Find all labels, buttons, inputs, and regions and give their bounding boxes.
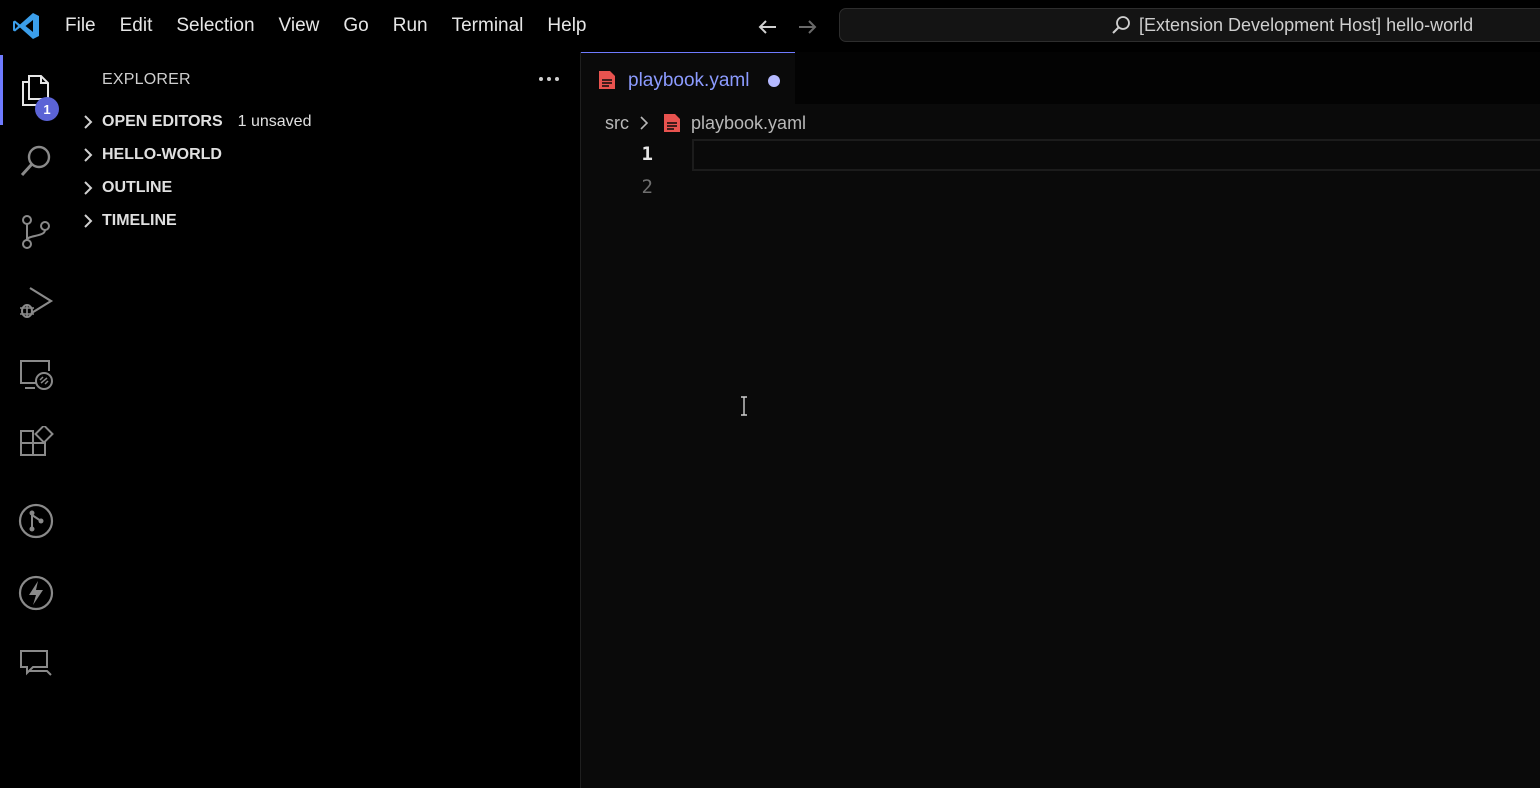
source-control-icon — [22, 215, 50, 249]
chevron-right-icon — [84, 148, 93, 162]
section-hello-world[interactable]: HELLO-WORLD — [80, 141, 222, 169]
menu-go[interactable]: Go — [331, 15, 380, 37]
menu-file[interactable]: File — [53, 15, 108, 37]
explorer-sidebar: EXPLORER OPEN EDITORS 1 unsaved HELLO-WO… — [72, 52, 580, 788]
explorer-badge: 1 — [35, 97, 59, 121]
command-center-label: [Extension Development Host] hello-world — [1139, 15, 1474, 35]
title-bar: File Edit Selection View Go Run Terminal… — [0, 0, 1540, 52]
editor-area[interactable]: playbook.yaml src playbook.yaml 1 2 — [581, 52, 1540, 788]
tab-label: playbook.yaml — [628, 70, 750, 91]
line-number: 1 — [641, 143, 653, 165]
line-number: 2 — [641, 176, 653, 198]
more-actions-icon[interactable] — [534, 64, 564, 94]
forward-arrow-icon[interactable] — [794, 14, 820, 40]
section-open-editors[interactable]: OPEN EDITORS 1 unsaved — [80, 108, 311, 136]
command-center[interactable]: [Extension Development Host] hello-world — [839, 8, 1540, 42]
section-outline[interactable]: OUTLINE — [80, 174, 172, 202]
search-icon — [1112, 16, 1130, 34]
activity-explorer[interactable]: 1 — [0, 58, 72, 122]
chevron-right-icon — [84, 214, 93, 228]
yaml-file-icon — [664, 114, 680, 132]
menu-bar: File Edit Selection View Go Run Terminal… — [53, 0, 599, 52]
activity-extensions[interactable] — [0, 413, 72, 477]
menu-edit[interactable]: Edit — [108, 15, 165, 37]
activity-search[interactable] — [0, 129, 72, 193]
menu-selection[interactable]: Selection — [164, 15, 266, 37]
activity-chat[interactable] — [0, 632, 72, 696]
section-label: OPEN EDITORS — [102, 113, 223, 130]
chat-icon — [20, 650, 52, 676]
back-arrow-icon[interactable] — [755, 14, 781, 40]
menu-terminal[interactable]: Terminal — [440, 15, 536, 37]
activity-bar: 1 — [0, 52, 72, 788]
activity-lightning[interactable] — [0, 561, 72, 625]
activity-run-debug[interactable] — [0, 271, 72, 335]
breadcrumb: src playbook.yaml — [605, 110, 806, 136]
unsaved-count: 1 unsaved — [237, 113, 312, 130]
current-line-highlight — [692, 139, 1540, 171]
tab-playbook-yaml[interactable]: playbook.yaml — [581, 52, 795, 104]
breadcrumb-folder[interactable]: src — [605, 113, 629, 134]
section-label: HELLO-WORLD — [102, 146, 222, 163]
remote-explorer-icon — [20, 360, 53, 390]
extensions-icon — [20, 426, 54, 456]
chevron-right-icon — [84, 115, 93, 129]
menu-run[interactable]: Run — [381, 15, 440, 37]
text-cursor-icon — [741, 396, 747, 416]
activity-remote-explorer[interactable] — [0, 342, 72, 406]
git-graph-icon — [18, 503, 54, 539]
vscode-logo-icon — [13, 13, 39, 39]
unsaved-dot-icon[interactable] — [768, 75, 780, 87]
search-icon — [20, 145, 51, 177]
sidebar-title: EXPLORER — [102, 71, 191, 88]
section-timeline[interactable]: TIMELINE — [80, 207, 177, 235]
lightning-icon — [18, 575, 54, 611]
breadcrumb-file[interactable]: playbook.yaml — [691, 113, 806, 134]
activity-source-control[interactable] — [0, 200, 72, 264]
menu-view[interactable]: View — [267, 15, 332, 37]
run-debug-icon — [20, 287, 54, 318]
editor-tabs: playbook.yaml — [581, 52, 1540, 104]
yaml-file-icon — [599, 71, 615, 89]
section-label: OUTLINE — [102, 179, 173, 196]
chevron-right-icon — [84, 181, 93, 195]
menu-help[interactable]: Help — [535, 15, 598, 37]
chevron-right-icon — [640, 116, 649, 130]
activity-git-graph[interactable] — [0, 489, 72, 553]
section-label: TIMELINE — [102, 212, 177, 229]
